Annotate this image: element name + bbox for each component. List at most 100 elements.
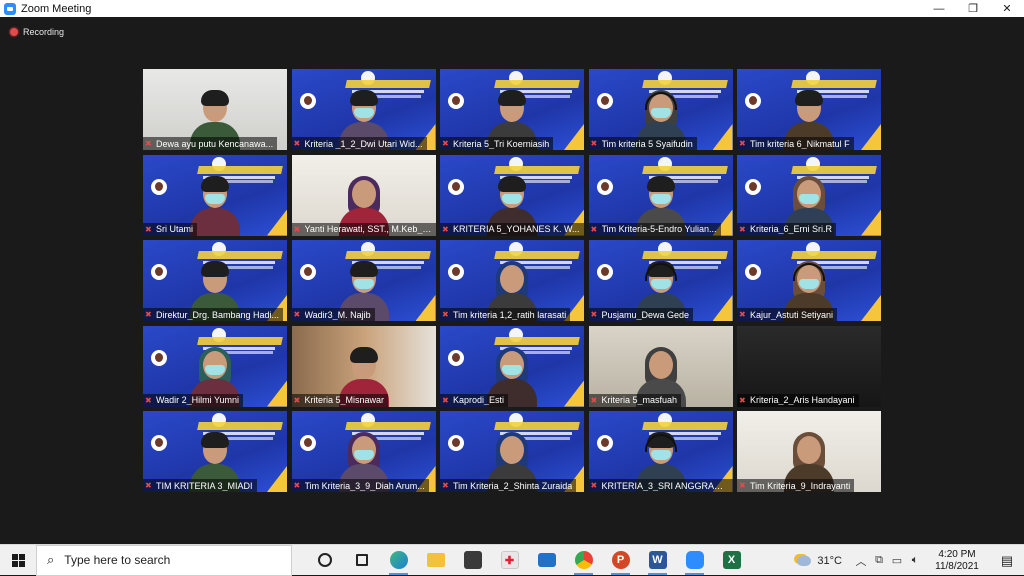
participant-name-label: ✖ Kriteria_6_Erni Sri.R bbox=[737, 222, 837, 236]
search-placeholder: Type here to search bbox=[64, 553, 171, 567]
minimize-button[interactable]: — bbox=[922, 0, 956, 17]
taskbar-search-box[interactable]: ⌕ Type here to search bbox=[36, 544, 292, 576]
participant-name: Direktur_Drg. Bambang Hadi... bbox=[156, 309, 280, 320]
file-explorer-button[interactable] bbox=[417, 545, 454, 576]
participant-tile[interactable]: ✖ TIM KRITERIA 3_MIADI bbox=[143, 411, 287, 492]
mic-muted-icon: ✖ bbox=[590, 224, 598, 234]
video-gallery: ✖ Dewa ayu putu Kencanawa... ✖ Kriteria _1_… bbox=[143, 69, 881, 492]
mail-button[interactable] bbox=[528, 545, 565, 576]
task-view-button[interactable] bbox=[343, 545, 380, 576]
participant-name-label: ✖ Kriteria_2_Aris Handayani bbox=[737, 393, 859, 407]
participant-name-label: ✖ Kriteria 5_Misnawar bbox=[291, 393, 389, 407]
participant-tile[interactable]: ✖ Direktur_Drg. Bambang Hadi... bbox=[143, 240, 287, 321]
participant-name-label: ✖ Tim Kriteria_9_Indrayanti bbox=[737, 479, 855, 492]
zoom-button[interactable] bbox=[676, 545, 713, 576]
word-icon: W bbox=[648, 551, 667, 569]
clock-date: 11/8/2021 bbox=[935, 560, 979, 572]
participant-tile[interactable]: ✖ Tim Kriteria-5-Endro Yulian... bbox=[588, 154, 733, 236]
participant-tile[interactable]: ✖ Tim Kriteria_9_Indrayanti bbox=[737, 411, 881, 492]
window-title: Zoom Meeting bbox=[21, 2, 92, 15]
mic-muted-icon: ✖ bbox=[590, 310, 598, 319]
participant-tile[interactable]: ✖ Kriteria 5_Tri Koerniasih bbox=[440, 69, 584, 150]
mic-muted-icon: ✖ bbox=[145, 139, 152, 148]
participant-tile[interactable]: ✖ Dewa ayu putu Kencanawa... bbox=[143, 69, 287, 150]
participant-tile[interactable]: ✖ Kriteria _1_2_Dwi Utari Wid... bbox=[291, 69, 436, 150]
participant-name: Tim kriteria 6_Nikmatul F bbox=[750, 138, 850, 149]
participant-tile[interactable]: ✖ Wadir 2_Hilmi Yumni bbox=[143, 325, 287, 407]
participant-name: Pusjamu_Dewa Gede bbox=[601, 309, 690, 320]
zoom-app-icon bbox=[4, 2, 16, 15]
task-view-icon bbox=[355, 554, 368, 566]
participant-tile[interactable]: ✖ Tim Kriteria_2_Shinta Zuraida bbox=[440, 411, 584, 492]
participant-tile[interactable]: ✖ Tim Kriteria_3_9_Diah Arum... bbox=[291, 411, 436, 492]
close-button[interactable]: ✕ bbox=[990, 0, 1024, 17]
mic-muted-icon: ✖ bbox=[293, 395, 301, 405]
participant-tile[interactable]: ✖ Tim kriteria 5 Syaifudin bbox=[588, 69, 733, 150]
zoom-icon bbox=[685, 551, 704, 569]
participant-tile[interactable]: ✖ Tim kriteria 6_Nikmatul F bbox=[737, 69, 881, 150]
word-button[interactable]: W bbox=[639, 545, 676, 576]
mic-muted-icon: ✖ bbox=[145, 481, 152, 490]
file-explorer-icon bbox=[426, 553, 445, 567]
participant-name-label: ✖ Kajur_Astuti Setiyani bbox=[737, 308, 838, 321]
participant-tile[interactable]: ✖ Sri Utami bbox=[143, 154, 287, 236]
participant-name: Tim Kriteria_2_Shinta Zuraida bbox=[453, 480, 573, 491]
mic-muted-icon: ✖ bbox=[145, 224, 152, 234]
participant-name-label: ✖ Direktur_Drg. Bambang Hadi... bbox=[143, 308, 284, 321]
cortana-button[interactable] bbox=[306, 545, 343, 576]
volume-icon[interactable]: 🔈︎ bbox=[906, 554, 924, 567]
gift-button[interactable]: ✚ bbox=[491, 545, 528, 576]
mic-muted-icon: ✖ bbox=[739, 310, 746, 319]
start-button[interactable] bbox=[0, 545, 36, 576]
recording-indicator[interactable]: Recording bbox=[10, 27, 64, 37]
chrome-button[interactable] bbox=[565, 545, 602, 576]
participant-name-label: ✖ Wadir 2_Hilmi Yumni bbox=[143, 393, 244, 407]
edge-button[interactable] bbox=[380, 545, 417, 576]
participant-name-label: ✖ Tim Kriteria-5-Endro Yulian... bbox=[588, 222, 721, 236]
participant-tile[interactable]: ✖ Kriteria_6_Erni Sri.R bbox=[737, 154, 881, 236]
mail-icon bbox=[537, 553, 556, 567]
mic-muted-icon: ✖ bbox=[442, 139, 449, 148]
participant-name-label: ✖ Yanti Herawati, SST., M.Keb_A... bbox=[291, 222, 436, 236]
participant-name: Kaprodi_Esti bbox=[453, 395, 505, 405]
excel-button[interactable]: X bbox=[713, 545, 750, 576]
participant-tile[interactable]: ✖ Kriteria_2_Aris Handayani bbox=[737, 325, 881, 407]
participant-name: Tim Kriteria-5-Endro Yulian... bbox=[601, 224, 717, 234]
mic-muted-icon: ✖ bbox=[442, 395, 449, 405]
restore-button[interactable]: ❐ bbox=[956, 0, 990, 17]
store-button[interactable] bbox=[454, 545, 491, 576]
participant-name: Wadir3_M. Najib bbox=[304, 309, 371, 320]
participant-name: KRITERIA_3_SRI ANGGRAENI bbox=[601, 480, 729, 491]
participant-name: Tim kriteria 1,2_ratih larasati bbox=[453, 309, 567, 320]
mic-muted-icon: ✖ bbox=[293, 224, 301, 234]
participant-tile[interactable]: ✖ Pusjamu_Dewa Gede bbox=[588, 240, 733, 321]
network-icon[interactable]: ▭ bbox=[888, 554, 906, 567]
participant-name: Tim Kriteria_9_Indrayanti bbox=[750, 480, 851, 491]
mic-muted-icon: ✖ bbox=[293, 481, 301, 490]
participant-name-label: ✖ Tim kriteria 1,2_ratih larasati bbox=[440, 308, 571, 321]
participant-tile[interactable]: ✖ Kriteria 5_masfuah bbox=[588, 325, 733, 407]
mic-muted-icon: ✖ bbox=[442, 224, 449, 234]
window-titlebar: Zoom Meeting — ❐ ✕ bbox=[0, 0, 1024, 17]
participant-tile[interactable]: ✖ Kaprodi_Esti bbox=[440, 325, 584, 407]
notifications-icon[interactable]: ▤ bbox=[990, 553, 1024, 569]
participant-tile[interactable]: ✖ KRITERIA_3_SRI ANGGRAENI bbox=[588, 411, 733, 492]
participant-tile[interactable]: ✖ Kajur_Astuti Setiyani bbox=[737, 240, 881, 321]
recording-label: Recording bbox=[23, 27, 65, 37]
participant-tile[interactable]: ✖ Wadir3_M. Najib bbox=[291, 240, 436, 321]
powerpoint-button[interactable]: P bbox=[602, 545, 639, 576]
chevron-up-icon[interactable]: ︿ bbox=[852, 553, 870, 569]
participant-tile[interactable]: ✖ Tim kriteria 1,2_ratih larasati bbox=[440, 240, 584, 321]
participant-name-label: ✖ Kriteria 5_Tri Koerniasih bbox=[440, 137, 554, 150]
weather-widget[interactable]: 31°C bbox=[797, 555, 842, 567]
taskbar-clock[interactable]: 4:20 PM 11/8/2021 bbox=[924, 549, 990, 573]
participant-tile[interactable]: ✖ Yanti Herawati, SST., M.Keb_A... bbox=[291, 154, 436, 236]
gift-icon: ✚ bbox=[500, 551, 519, 569]
participant-tile[interactable]: ✖ KRITERIA 5_YOHANES K. W... bbox=[440, 154, 584, 236]
mic-muted-icon: ✖ bbox=[293, 139, 301, 148]
meet-now-icon[interactable]: ⧉ bbox=[870, 554, 888, 567]
window-controls: — ❐ ✕ bbox=[922, 0, 1024, 17]
participant-tile[interactable]: ✖ Kriteria 5_Misnawar bbox=[291, 325, 436, 407]
participant-name-label: ✖ Tim kriteria 5 Syaifudin bbox=[588, 137, 697, 150]
participant-name: Kriteria 5_masfuah bbox=[601, 395, 678, 405]
